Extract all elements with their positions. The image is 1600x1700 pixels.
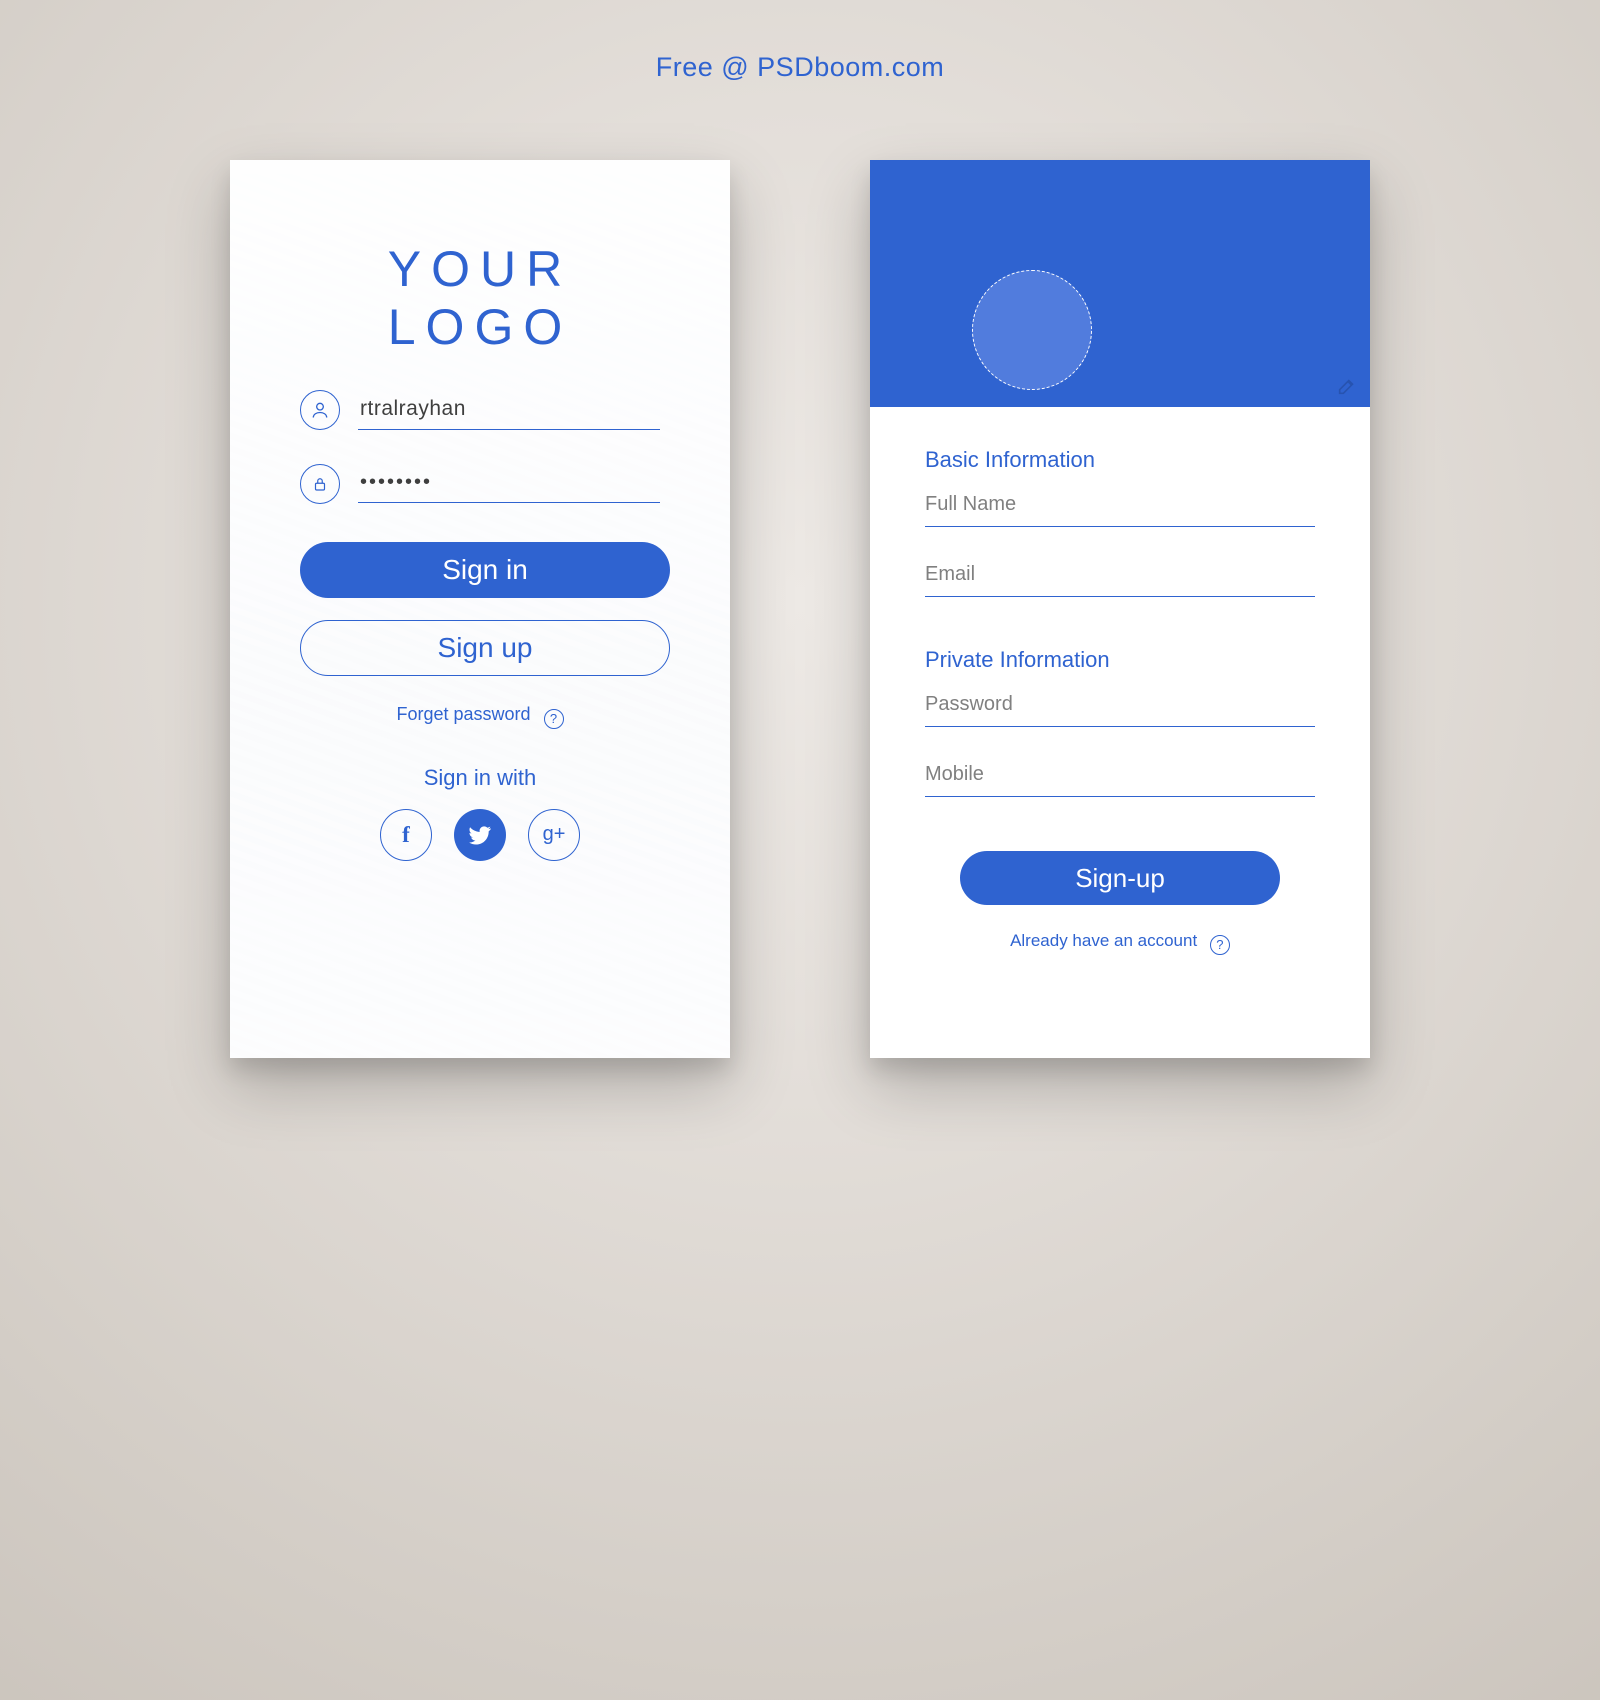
login-card: YOUR LOGO Sign in Sign up Forget passwor…: [230, 160, 730, 1058]
facebook-icon[interactable]: f: [380, 809, 432, 861]
signup-content: Basic Information Private Information Si…: [870, 407, 1370, 955]
logo-text: YOUR LOGO: [300, 240, 660, 356]
password-row: [300, 464, 660, 504]
signin-button[interactable]: Sign in: [300, 542, 670, 598]
avatar-placeholder[interactable]: [972, 270, 1092, 390]
signup-button[interactable]: Sign up: [300, 620, 670, 676]
help-icon: ?: [1210, 935, 1230, 955]
basic-info-label: Basic Information: [925, 447, 1315, 473]
fullname-input[interactable]: [925, 483, 1315, 527]
already-account-row[interactable]: Already have an account ?: [925, 931, 1315, 955]
password-input[interactable]: [358, 465, 660, 503]
private-info-label: Private Information: [925, 647, 1315, 673]
user-icon: [300, 390, 340, 430]
password-field[interactable]: [925, 683, 1315, 727]
already-account-label: Already have an account: [1010, 931, 1197, 950]
signup-header: [870, 160, 1370, 407]
social-signin-label: Sign in with: [300, 765, 660, 791]
signup-submit-button[interactable]: Sign-up: [960, 851, 1280, 905]
forget-password-label: Forget password: [396, 704, 530, 724]
page-header-text: Free @ PSDboom.com: [0, 52, 1600, 83]
googleplus-icon[interactable]: g+: [528, 809, 580, 861]
twitter-icon[interactable]: [454, 809, 506, 861]
help-icon: ?: [544, 709, 564, 729]
username-input[interactable]: [358, 391, 660, 430]
mobile-input[interactable]: [925, 753, 1315, 797]
username-row: [300, 390, 660, 430]
edit-icon[interactable]: [1336, 375, 1358, 397]
lock-icon: [300, 464, 340, 504]
forget-password-row[interactable]: Forget password ?: [300, 704, 660, 729]
social-row: f g+: [300, 809, 660, 861]
login-content: YOUR LOGO Sign in Sign up Forget passwor…: [230, 160, 730, 1058]
signup-card: Basic Information Private Information Si…: [870, 160, 1370, 1058]
email-input[interactable]: [925, 553, 1315, 597]
